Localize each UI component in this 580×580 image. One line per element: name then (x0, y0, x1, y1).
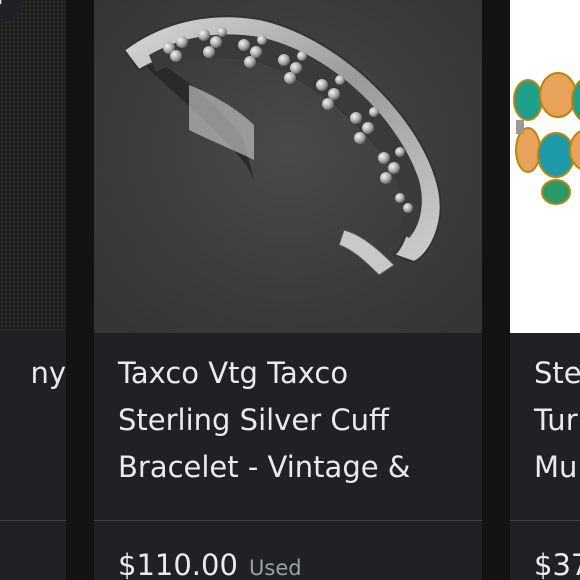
bookmark-icon (0, 0, 2, 5)
listing-card[interactable]: Ste Tur Mu $37 (510, 0, 580, 580)
price-row: $110.00 Used (118, 548, 302, 580)
listing-image[interactable] (94, 0, 482, 333)
bracelet-image (513, 72, 580, 205)
listing-image[interactable] (510, 0, 580, 333)
listing-title-line: Tur (534, 403, 578, 437)
listing-carousel: ny Taxco Vtg Taxco Sterling Silver Cuff … (0, 0, 580, 580)
condition-label: Used (249, 556, 302, 580)
listing-card[interactable]: ny (0, 0, 66, 580)
listing-title[interactable]: Ste Tur Mu (534, 350, 580, 491)
listing-card[interactable]: Taxco Vtg Taxco Sterling Silver Cuff Bra… (94, 0, 482, 580)
listing-title-line: Sterling Silver Cuff (118, 403, 389, 437)
listing-title[interactable]: ny (0, 350, 66, 397)
listing-title-line: Ste (534, 356, 580, 390)
bracelet-image (122, 15, 442, 276)
listing-price: $110.00 (118, 548, 238, 580)
listing-title-line: Mu (534, 450, 578, 484)
card-divider (510, 520, 580, 521)
card-divider (0, 520, 66, 521)
listing-title-line: Bracelet - Vintage & (118, 450, 411, 484)
card-divider (94, 520, 482, 521)
listing-title[interactable]: Taxco Vtg Taxco Sterling Silver Cuff Bra… (118, 350, 468, 491)
listing-price: $37 (534, 548, 580, 580)
listing-title-line: Taxco Vtg Taxco (118, 356, 349, 390)
listing-image[interactable] (0, 0, 66, 333)
